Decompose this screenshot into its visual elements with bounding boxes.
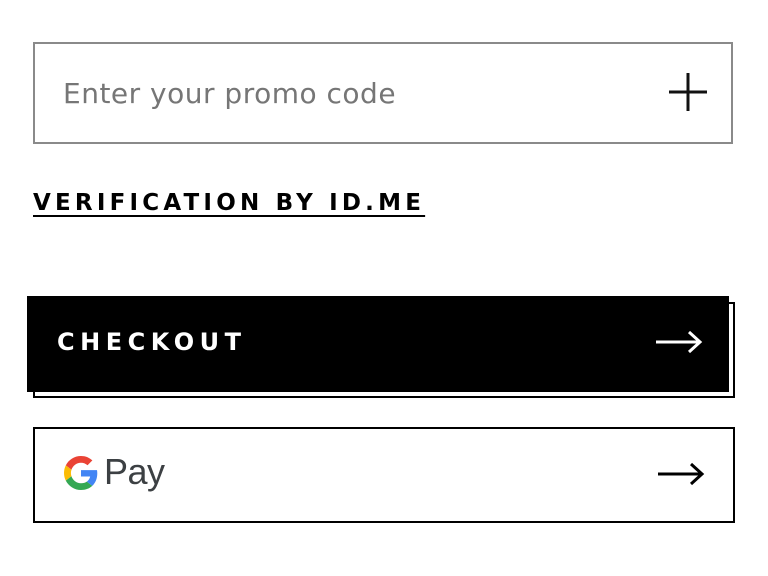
google-pay-label: Pay xyxy=(104,451,165,492)
promo-code-field[interactable] xyxy=(33,42,733,144)
google-g-icon xyxy=(64,456,98,490)
add-promo-button[interactable] xyxy=(667,71,709,113)
checkout-actions-panel: VERIFICATION BY ID.ME CHECKOUT Pay xyxy=(0,0,768,576)
arrow-right-icon xyxy=(656,330,703,354)
google-pay-button[interactable]: Pay xyxy=(33,427,735,523)
arrow-right-icon xyxy=(658,462,705,486)
plus-icon xyxy=(669,73,707,111)
promo-code-input[interactable] xyxy=(35,44,645,142)
checkout-label: CHECKOUT xyxy=(57,328,247,356)
verification-idme-link[interactable]: VERIFICATION BY ID.ME xyxy=(33,190,425,216)
checkout-button[interactable]: CHECKOUT xyxy=(27,296,729,392)
